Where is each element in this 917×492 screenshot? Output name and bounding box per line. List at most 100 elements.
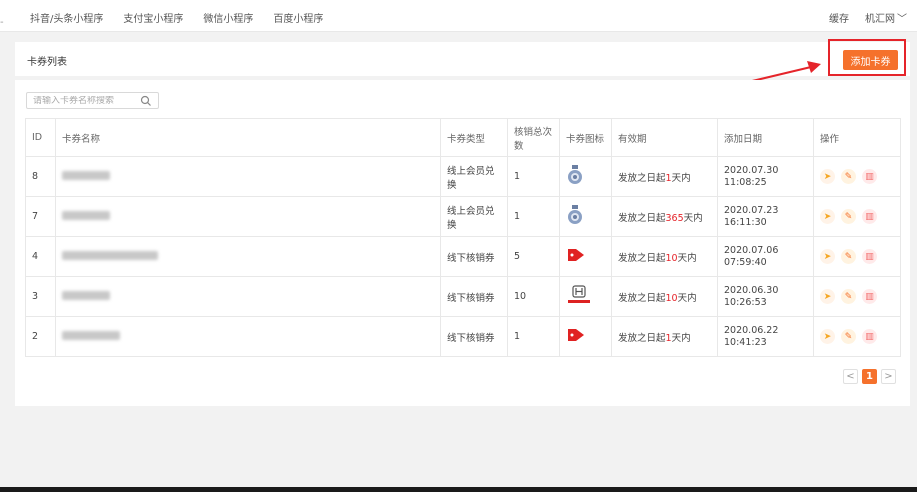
edit-icon[interactable]: ✎ xyxy=(841,249,856,264)
header-icon: 卡券图标 xyxy=(559,118,612,157)
cell-type: 线下核销券 xyxy=(440,316,508,357)
cell-icon xyxy=(559,156,612,197)
medal-icon xyxy=(568,165,582,184)
tag-icon xyxy=(568,249,584,261)
cell-actions: ➤ ✎ ▥ xyxy=(813,196,901,237)
next-page-button[interactable]: > xyxy=(881,369,896,384)
coupon-table: ID 卡券名称 卡券类型 核销总次数 卡券图标 有效期 添加日期 操作 8 线上… xyxy=(25,118,901,357)
coupon-list-card: ID 卡券名称 卡券类型 核销总次数 卡券图标 有效期 添加日期 操作 8 线上… xyxy=(15,80,910,406)
cell-count: 1 xyxy=(507,156,560,197)
tag-icon xyxy=(568,329,584,341)
cell-validity: 发放之日起365天内 xyxy=(611,196,718,237)
cell-validity: 发放之日起10天内 xyxy=(611,236,718,277)
cell-id: 4 xyxy=(25,236,56,277)
page-current[interactable]: 1 xyxy=(862,369,877,384)
cell-id: 2 xyxy=(25,316,56,357)
cell-icon xyxy=(559,196,612,237)
cell-id: 3 xyxy=(25,276,56,317)
page-title: 卡券列表 xyxy=(27,57,67,68)
mini-program-tabs: 抖音/头条小程序 支付宝小程序 微信小程序 百度小程序 xyxy=(30,10,323,25)
table-row: 2 线下核销券 1 发放之日起1天内 2020.06.22 10:41:23 ➤… xyxy=(25,316,901,357)
send-icon[interactable]: ➤ xyxy=(820,329,835,344)
cell-name xyxy=(55,316,441,357)
cell-type: 线上会员兑换 xyxy=(440,156,508,197)
medal-icon xyxy=(568,205,582,224)
top-nav-right: 缓存 机汇网 ﹀ xyxy=(829,10,907,25)
edit-icon[interactable]: ✎ xyxy=(841,169,856,184)
delete-icon[interactable]: ▥ xyxy=(862,249,877,264)
header-date: 添加日期 xyxy=(717,118,814,157)
tab-alipay[interactable]: 支付宝小程序 xyxy=(123,10,183,25)
edit-icon[interactable]: ✎ xyxy=(841,329,856,344)
cell-validity: 发放之日起1天内 xyxy=(611,316,718,357)
pagination: < 1 > xyxy=(843,369,896,384)
redacted-name xyxy=(62,330,120,340)
cell-name xyxy=(55,196,441,237)
send-icon[interactable]: ➤ xyxy=(820,249,835,264)
header-count: 核销总次数 xyxy=(507,118,560,157)
cache-link[interactable]: 缓存 xyxy=(829,10,849,25)
cell-icon xyxy=(559,236,612,277)
tab-douyin[interactable]: 抖音/头条小程序 xyxy=(30,10,103,25)
send-icon[interactable]: ➤ xyxy=(820,289,835,304)
table-row: 7 线上会员兑换 1 发放之日起365天内 2020.07.23 16:11:3… xyxy=(25,196,901,237)
redacted-name xyxy=(62,250,158,260)
cell-actions: ➤ ✎ ▥ xyxy=(813,276,901,317)
cell-date: 2020.07.30 11:08:25 xyxy=(717,156,814,197)
search-input[interactable] xyxy=(33,95,140,106)
delete-icon[interactable]: ▥ xyxy=(862,169,877,184)
table-header-row: ID 卡券名称 卡券类型 核销总次数 卡券图标 有效期 添加日期 操作 xyxy=(25,118,901,157)
user-name: 机汇网 xyxy=(865,14,895,25)
tab-wechat[interactable]: 微信小程序 xyxy=(203,10,253,25)
search-box xyxy=(26,92,159,109)
search-icon[interactable] xyxy=(140,95,152,107)
cell-type: 线下核销券 xyxy=(440,236,508,277)
cell-id: 8 xyxy=(25,156,56,197)
delete-icon[interactable]: ▥ xyxy=(862,209,877,224)
cell-date: 2020.07.23 16:11:30 xyxy=(717,196,814,237)
delete-icon[interactable]: ▥ xyxy=(862,289,877,304)
send-icon[interactable]: ➤ xyxy=(820,209,835,224)
cell-date: 2020.06.22 10:41:23 xyxy=(717,316,814,357)
cell-name xyxy=(55,156,441,197)
header-name: 卡券名称 xyxy=(55,118,441,157)
cell-validity: 发放之日起1天内 xyxy=(611,156,718,197)
left-edge-marker: - xyxy=(0,17,4,28)
cell-actions: ➤ ✎ ▥ xyxy=(813,236,901,277)
cell-date: 2020.06.30 10:26:53 xyxy=(717,276,814,317)
send-icon[interactable]: ➤ xyxy=(820,169,835,184)
cell-name xyxy=(55,276,441,317)
edit-icon[interactable]: ✎ xyxy=(841,289,856,304)
header-validity: 有效期 xyxy=(611,118,718,157)
delete-icon[interactable]: ▥ xyxy=(862,329,877,344)
cell-icon xyxy=(559,276,612,317)
cell-count: 5 xyxy=(507,236,560,277)
redacted-name xyxy=(62,290,110,300)
cell-name xyxy=(55,236,441,277)
cell-icon xyxy=(559,316,612,357)
redacted-name xyxy=(62,210,110,220)
user-menu[interactable]: 机汇网 ﹀ xyxy=(865,10,907,25)
table-row: 8 线上会员兑换 1 发放之日起1天内 2020.07.30 11:08:25 xyxy=(25,156,901,197)
cell-count: 10 xyxy=(507,276,560,317)
cell-type: 线下核销券 xyxy=(440,276,508,317)
cell-actions: ➤ ✎ ▥ xyxy=(813,316,901,357)
bottom-bar xyxy=(0,487,917,492)
cell-id: 7 xyxy=(25,196,56,237)
header-type: 卡券类型 xyxy=(440,118,508,157)
annotation-highlight-box xyxy=(828,39,906,76)
cell-date: 2020.07.06 07:59:40 xyxy=(717,236,814,277)
cell-validity: 发放之日起10天内 xyxy=(611,276,718,317)
honda-logo-icon xyxy=(568,285,590,303)
prev-page-button[interactable]: < xyxy=(843,369,858,384)
cell-count: 1 xyxy=(507,196,560,237)
edit-icon[interactable]: ✎ xyxy=(841,209,856,224)
header-actions: 操作 xyxy=(813,118,901,157)
table-row: 3 线下核销券 10 发放之日起10天内 2020.06.30 10:26:53 xyxy=(25,276,901,317)
cell-type: 线上会员兑换 xyxy=(440,196,508,237)
tab-baidu[interactable]: 百度小程序 xyxy=(273,10,323,25)
cell-count: 1 xyxy=(507,316,560,357)
top-nav: 抖音/头条小程序 支付宝小程序 微信小程序 百度小程序 缓存 机汇网 ﹀ xyxy=(0,0,917,32)
cell-actions: ➤ ✎ ▥ xyxy=(813,156,901,197)
redacted-name xyxy=(62,170,110,180)
